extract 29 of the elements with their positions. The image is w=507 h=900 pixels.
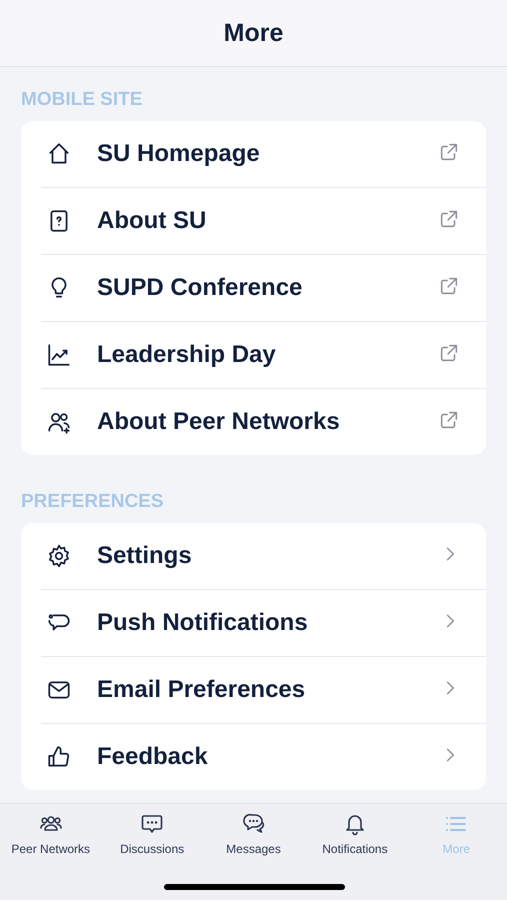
menu-item[interactable]: Push Notifications bbox=[41, 590, 486, 657]
tab[interactable]: Discussions bbox=[101, 812, 203, 856]
section-header: MOBILE SITE bbox=[21, 88, 144, 112]
menu-item[interactable]: Email Preferences bbox=[41, 657, 486, 724]
tab[interactable]: Notifications bbox=[304, 812, 406, 856]
menu-item-label: Feedback bbox=[97, 743, 209, 771]
menu-item-label: Settings bbox=[97, 542, 193, 570]
menu-item-label: About SU bbox=[97, 207, 208, 235]
menu-item-label: SU Homepage bbox=[97, 140, 261, 168]
section-header: PREFERENCES bbox=[21, 490, 165, 514]
menu-item[interactable]: About Peer Networks bbox=[41, 389, 486, 455]
menu-item[interactable]: Feedback bbox=[41, 724, 486, 790]
gear-icon bbox=[46, 543, 72, 569]
menu-item[interactable]: SU Homepage bbox=[41, 121, 486, 188]
menu-item[interactable]: SUPD Conference bbox=[41, 255, 486, 322]
menu-item-label: Email Preferences bbox=[97, 676, 306, 704]
menu-item-label: Push Notifications bbox=[97, 609, 309, 637]
screen-title: More bbox=[224, 18, 284, 48]
menu-item-label: Leadership Day bbox=[97, 341, 277, 369]
menu-item[interactable]: Settings bbox=[41, 523, 486, 590]
chat-bubbles-icon bbox=[242, 812, 266, 836]
line-chart-icon bbox=[46, 342, 72, 368]
menu-item-label: SUPD Conference bbox=[97, 274, 304, 302]
tab[interactable]: Peer Networks bbox=[0, 812, 102, 856]
tab[interactable]: Messages bbox=[202, 812, 304, 856]
menu-item[interactable]: Leadership Day bbox=[41, 322, 486, 389]
menu-item[interactable]: About SU bbox=[41, 188, 486, 255]
menu-item-label: About Peer Networks bbox=[97, 408, 341, 436]
chat-bubble-icon bbox=[140, 812, 164, 836]
